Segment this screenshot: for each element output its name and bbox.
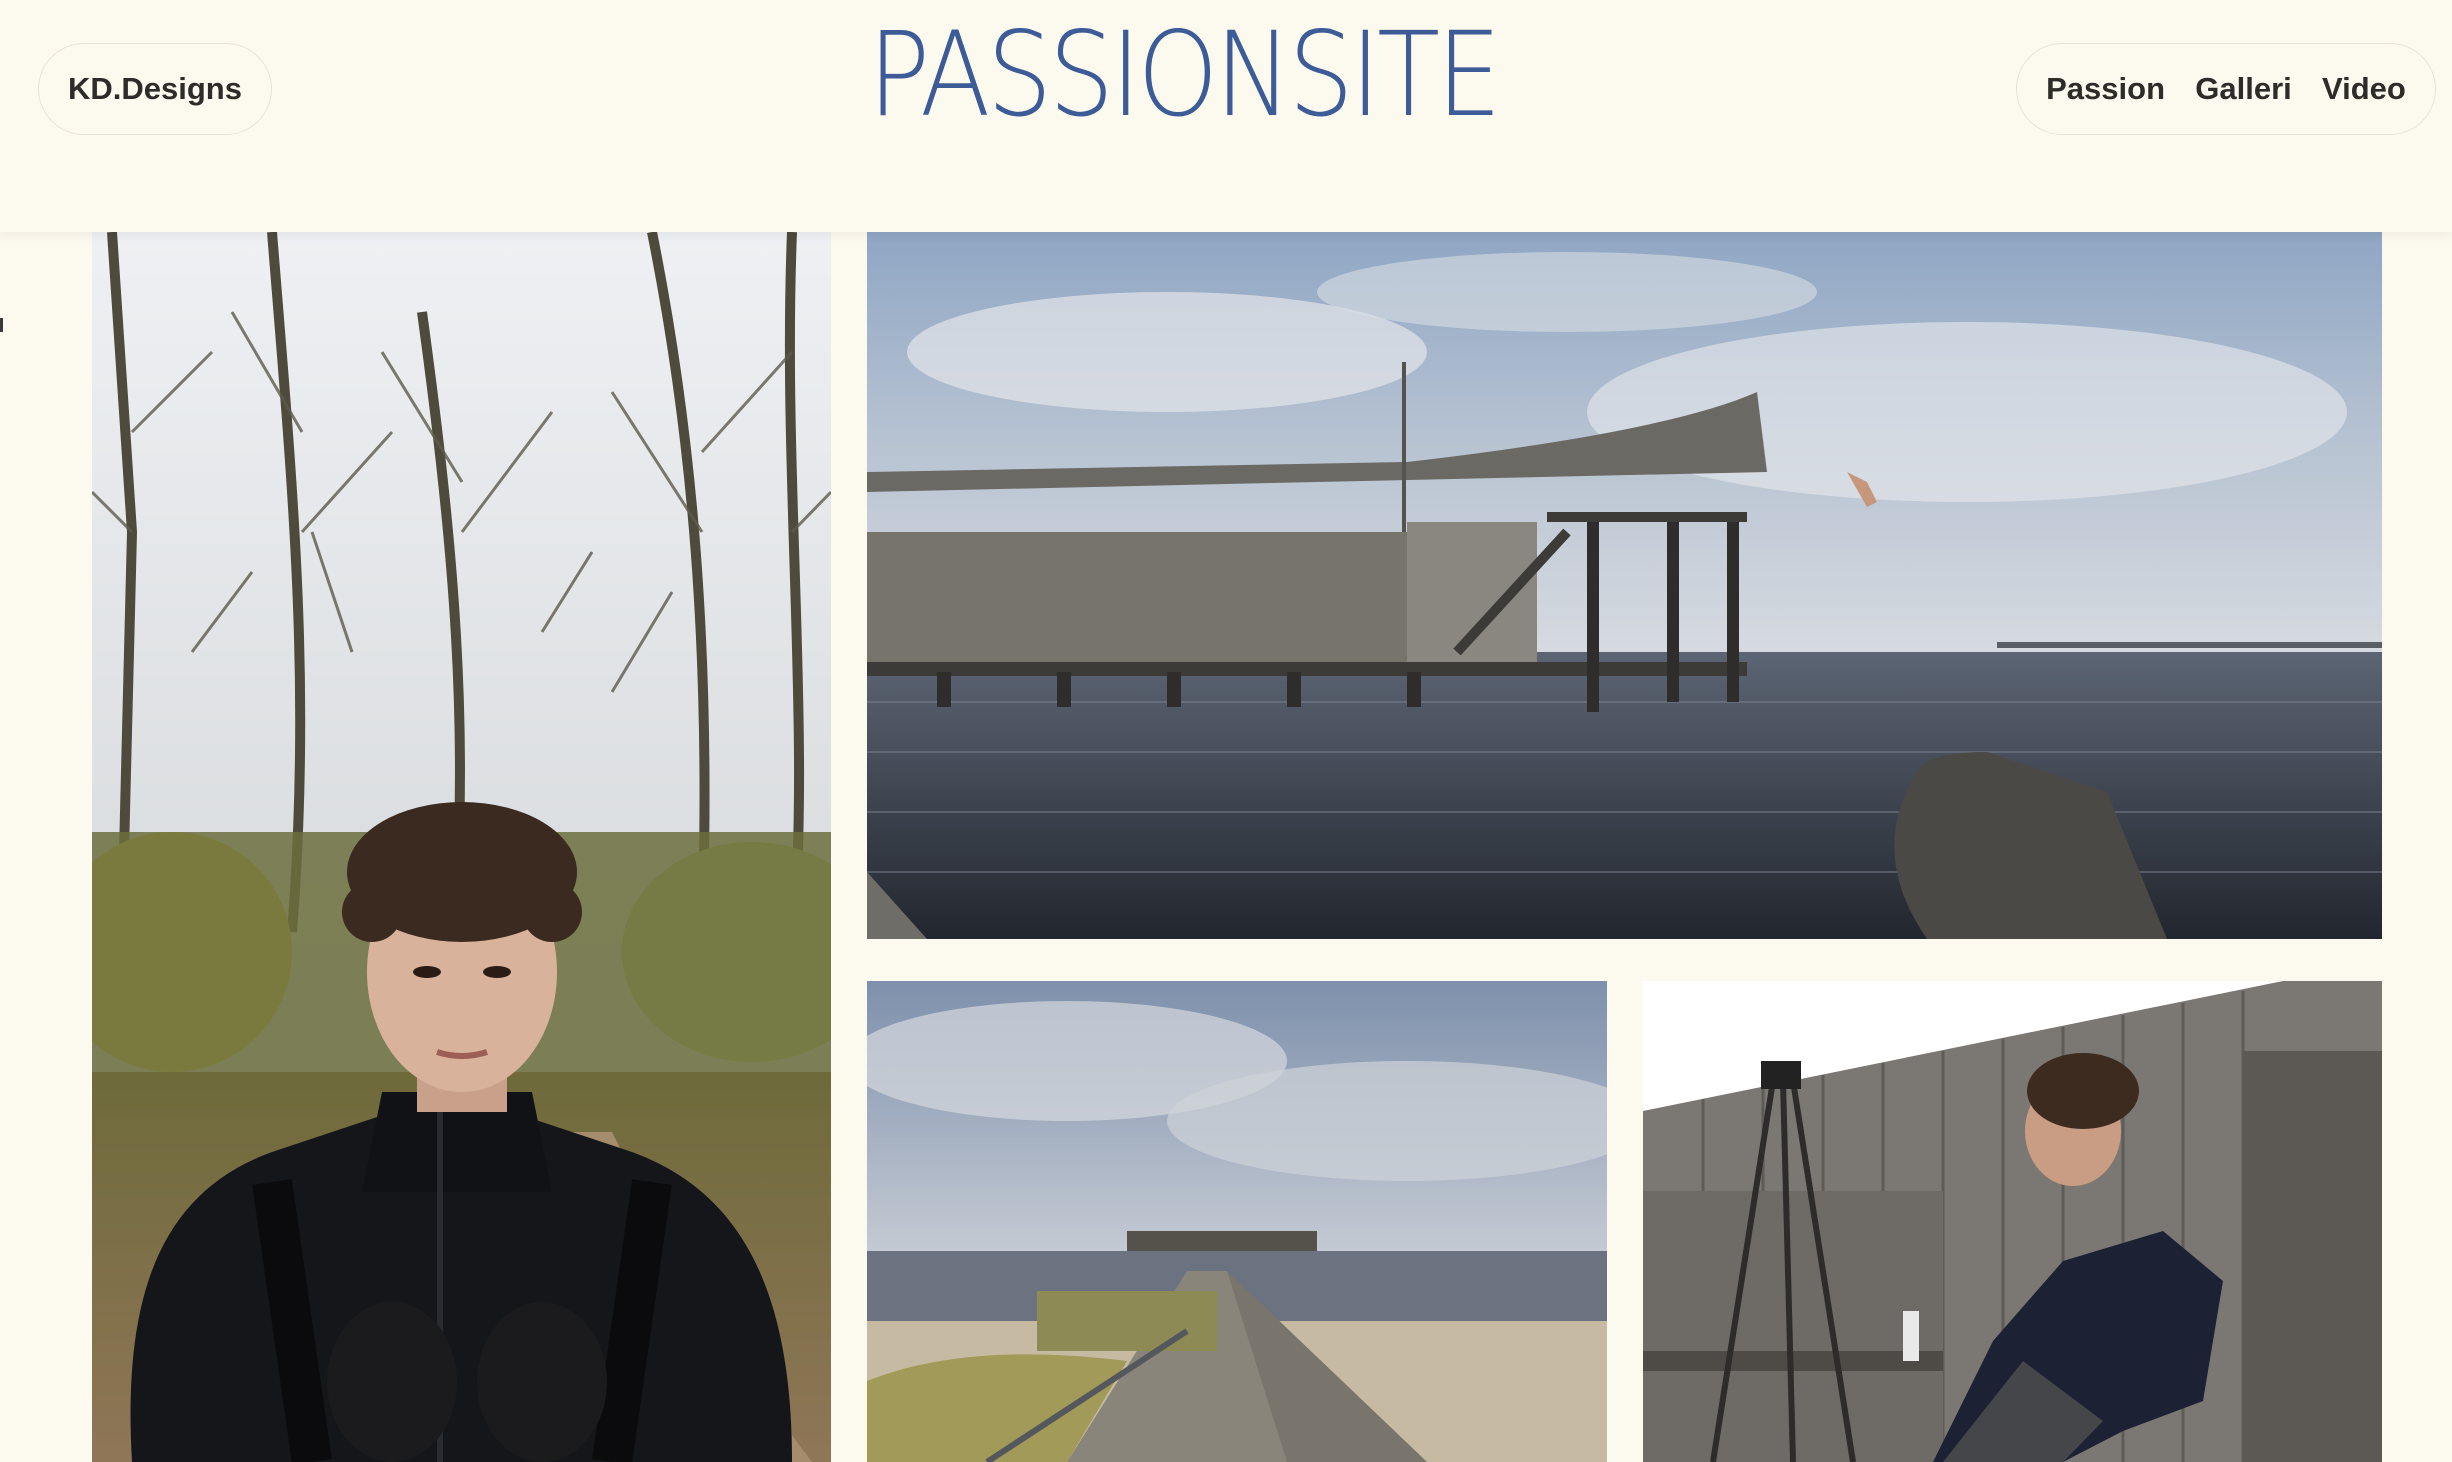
main-nav: Passion Galleri Video — [2016, 43, 2436, 135]
site-header: KD.Designs PASSIONSITE Passion Galleri V… — [0, 0, 2452, 232]
edge-mark — [0, 318, 3, 332]
nav-item-passion[interactable]: Passion — [2046, 71, 2165, 107]
gallery-photo-tripod[interactable] — [1643, 981, 2382, 1462]
tripod-image — [1643, 981, 2382, 1462]
boardwalk-image — [867, 981, 1607, 1462]
gallery-photo-portrait[interactable] — [92, 232, 831, 1462]
nav-item-video[interactable]: Video — [2322, 71, 2406, 107]
gallery-photo-pier[interactable] — [867, 232, 2382, 939]
gallery-photo-boardwalk[interactable] — [867, 981, 1607, 1462]
portrait-image — [92, 232, 831, 1462]
nav-item-galleri[interactable]: Galleri — [2195, 71, 2292, 107]
logo-button[interactable]: KD.Designs — [38, 43, 272, 135]
site-title: PASSIONSITE — [868, 6, 1502, 143]
pier-image — [867, 232, 2382, 939]
